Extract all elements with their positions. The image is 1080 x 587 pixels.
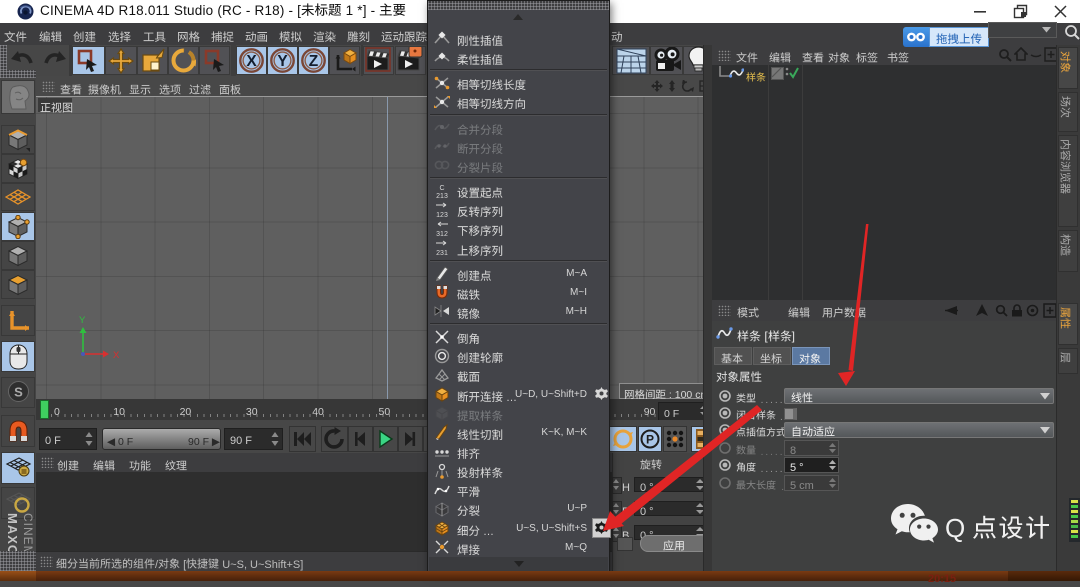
- svg-text:Z: Z: [309, 53, 319, 70]
- svg-text:123: 123: [436, 212, 448, 218]
- svg-text:231: 231: [436, 250, 448, 256]
- svg-text:C: C: [439, 185, 444, 192]
- svg-text:P: P: [646, 433, 654, 447]
- svg-text:Y: Y: [277, 53, 288, 70]
- svg-text:X: X: [246, 53, 257, 70]
- svg-text:312: 312: [436, 231, 448, 237]
- svg-text:S: S: [14, 385, 23, 400]
- svg-text:X: X: [113, 350, 120, 361]
- svg-text:Y: Y: [79, 315, 86, 326]
- svg-text:213: 213: [436, 193, 448, 199]
